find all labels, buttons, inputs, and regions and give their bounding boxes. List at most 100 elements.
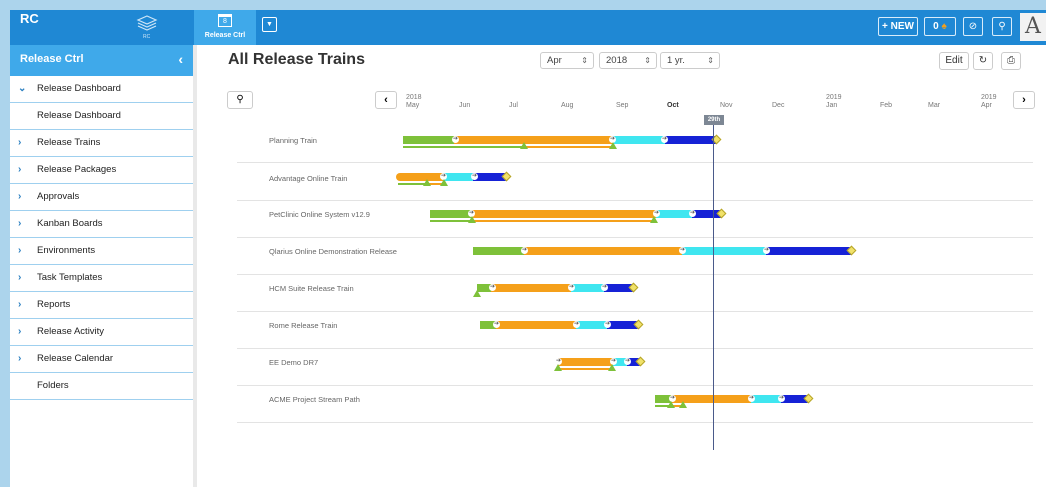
- range-select[interactable]: 1 yr. ⇕: [660, 52, 720, 69]
- notifications-button[interactable]: 0 ♠: [924, 17, 956, 36]
- train-name[interactable]: PetClinic Online System v12.9: [269, 210, 370, 219]
- month-label: Nov: [720, 102, 733, 109]
- arrow-marker-icon: ➔: [521, 247, 528, 254]
- phase-bar-cyan[interactable]: [576, 321, 607, 329]
- baseline-green: [430, 220, 472, 222]
- row-divider: [237, 385, 1033, 386]
- new-button[interactable]: + NEW: [878, 17, 918, 36]
- phase-bar-orange[interactable]: [558, 358, 613, 366]
- arrow-marker-icon: ➔: [689, 210, 696, 217]
- phase-bar-cyan[interactable]: [682, 247, 766, 255]
- phase-bar-cyan[interactable]: [751, 395, 781, 403]
- arrow-marker-icon: ➔: [493, 321, 500, 328]
- sidebar-item-kanban-boards[interactable]: › Kanban Boards: [10, 211, 193, 238]
- layers-label: RC: [143, 34, 151, 40]
- phase-bar-blue[interactable]: [766, 247, 852, 255]
- layers-icon[interactable]: [136, 13, 158, 35]
- sidebar-header: Release Ctrl ‹: [10, 45, 193, 76]
- refresh-button[interactable]: ↻: [973, 52, 993, 70]
- timeline-prev-button[interactable]: ‹: [375, 91, 397, 109]
- arrow-marker-icon: ➔: [624, 358, 631, 365]
- phase-bar-cyan[interactable]: [613, 136, 665, 144]
- row-divider: [237, 162, 1033, 163]
- sidebar-item-label: Release Dashboard: [37, 110, 121, 121]
- collapse-sidebar-icon[interactable]: ‹: [178, 45, 183, 73]
- phase-bar-blue[interactable]: [665, 136, 717, 144]
- phase-bar-orange[interactable]: [454, 136, 613, 144]
- sidebar-item-label: Release Dashboard: [37, 83, 121, 94]
- timeline-search-button[interactable]: ⚲: [227, 91, 253, 109]
- phase-bar-orange[interactable]: [524, 247, 682, 255]
- phase-bar-orange[interactable]: [491, 284, 571, 292]
- month-select[interactable]: Apr ⇕: [540, 52, 594, 69]
- train-name[interactable]: Qlarius Online Demonstration Release: [269, 247, 397, 256]
- sidebar-subitem-release-dashboard[interactable]: Release Dashboard: [10, 103, 193, 130]
- sidebar-item-reports[interactable]: › Reports: [10, 292, 193, 319]
- baseline-triangle-icon: [473, 290, 481, 297]
- tab-release-ctrl[interactable]: 8 Release Ctrl: [194, 10, 256, 45]
- row-divider: [237, 422, 1033, 423]
- sidebar-item-environments[interactable]: › Environments: [10, 238, 193, 265]
- baseline-triangle-icon: [650, 216, 658, 223]
- sidebar-title: Release Ctrl: [20, 53, 84, 65]
- month-label: Sep: [616, 102, 629, 109]
- link-icon: ⊘: [968, 21, 978, 32]
- phase-bar-cyan[interactable]: [571, 284, 604, 292]
- row-divider: [237, 348, 1033, 349]
- month-label: Jun: [459, 102, 471, 109]
- month-label: Feb: [880, 102, 893, 109]
- brand-logo: RC: [20, 11, 39, 26]
- phase-bar-orange[interactable]: [496, 321, 576, 329]
- month-label: 2019 Jan: [826, 94, 842, 109]
- sidebar-item-release-activity[interactable]: › Release Activity: [10, 319, 193, 346]
- train-name[interactable]: HCM Suite Release Train: [269, 284, 354, 293]
- timeline-next-button[interactable]: ›: [1013, 91, 1035, 109]
- edit-button[interactable]: Edit: [939, 52, 969, 70]
- chevron-right-icon: ›: [18, 137, 22, 148]
- phase-bar-orange[interactable]: [472, 210, 656, 218]
- sidebar-item-release-trains[interactable]: › Release Trains: [10, 130, 193, 157]
- phase-bar-green[interactable]: [430, 210, 472, 218]
- baseline-triangle-icon: [554, 364, 562, 371]
- print-button[interactable]: ⎙: [1001, 52, 1021, 70]
- year-select-value: 2018: [606, 55, 628, 66]
- link-button[interactable]: ⊘: [963, 17, 983, 36]
- train-name[interactable]: Planning Train: [269, 136, 317, 145]
- chevron-right-icon: ›: [18, 245, 22, 256]
- baseline-triangle-icon: [679, 401, 687, 408]
- row-divider: [237, 274, 1033, 275]
- arrow-marker-icon: ➔: [604, 321, 611, 328]
- sidebar-item-folders[interactable]: Folders: [10, 373, 193, 400]
- baseline-orange: [558, 368, 613, 370]
- phase-bar-green[interactable]: [473, 247, 524, 255]
- phase-bar-orange[interactable]: [396, 173, 443, 181]
- sidebar-item-approvals[interactable]: › Approvals: [10, 184, 193, 211]
- app-window: RC RC 8 Release Ctrl ▼ + NEW 0 ♠ ⊘ ⚲ A R…: [10, 10, 1046, 487]
- train-name[interactable]: ACME Project Stream Path: [269, 395, 360, 404]
- phase-bar-cyan[interactable]: [656, 210, 692, 218]
- chevron-right-icon: ›: [18, 272, 22, 283]
- notification-count: 0: [933, 21, 939, 32]
- sidebar-item-label: Environments: [37, 245, 96, 256]
- train-name[interactable]: EE Demo DR7: [269, 358, 318, 367]
- row-divider: [237, 200, 1033, 201]
- chevron-right-icon: ›: [18, 164, 22, 175]
- search-top-button[interactable]: ⚲: [992, 17, 1012, 36]
- chevron-right-icon: ›: [18, 353, 22, 364]
- sidebar-item-label: Folders: [37, 380, 69, 391]
- train-name[interactable]: Rome Release Train: [269, 321, 337, 330]
- font-size-icon[interactable]: A: [1020, 13, 1046, 41]
- baseline-triangle-icon: [520, 142, 528, 149]
- sidebar-item-release-packages[interactable]: › Release Packages: [10, 157, 193, 184]
- select-caret-icon: ⇕: [707, 56, 714, 65]
- sidebar-item-release-calendar[interactable]: › Release Calendar: [10, 346, 193, 373]
- month-label: Aug: [561, 102, 574, 109]
- year-select[interactable]: 2018 ⇕: [599, 52, 657, 69]
- train-name[interactable]: Advantage Online Train: [269, 174, 347, 183]
- sidebar-item-task-templates[interactable]: › Task Templates: [10, 265, 193, 292]
- sidebar-item-release-dashboard[interactable]: ⌄ Release Dashboard: [10, 76, 193, 103]
- app-switcher-dropdown[interactable]: ▼: [262, 17, 277, 32]
- select-caret-icon: ⇕: [644, 56, 651, 65]
- phase-bar-green[interactable]: [403, 136, 454, 144]
- tab-release-ctrl-label: Release Ctrl: [204, 32, 246, 39]
